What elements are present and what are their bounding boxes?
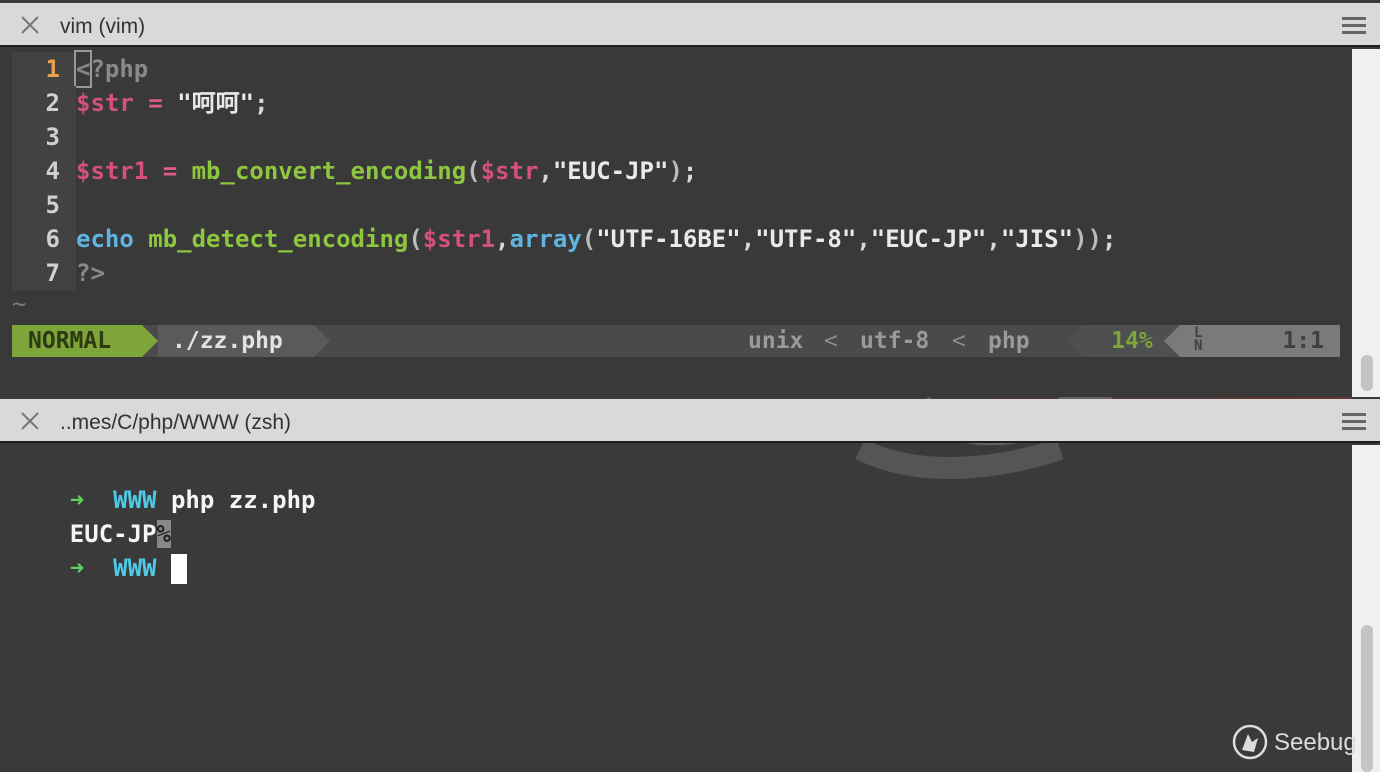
code-token: $str: [76, 89, 134, 117]
terminal-line: EUC-JP%: [12, 483, 171, 548]
line-number: 6: [12, 222, 76, 256]
filetype: php: [988, 328, 1030, 354]
code-token: ;: [1101, 225, 1117, 253]
scrollbar-thumb[interactable]: [1361, 625, 1373, 772]
code-token: mb_detect_encoding: [148, 225, 409, 253]
zsh-tab-header[interactable]: ..mes/C/php/WWW (zsh): [0, 399, 1380, 443]
code-token: $str: [480, 157, 539, 185]
code-token: $str1: [422, 225, 496, 253]
scrollbar-terminal[interactable]: [1352, 445, 1380, 772]
code-text: ?>: [76, 256, 105, 290]
code-token: ,: [740, 225, 756, 253]
vim-tab-header[interactable]: vim (vim): [0, 3, 1380, 47]
code-token: "EUC-JP": [870, 225, 987, 253]
code-line[interactable]: 4 $str1 = mb_convert_encoding($str,"EUC-J…: [12, 154, 1340, 188]
prompt-dir: WWW: [113, 554, 157, 582]
separator: <: [824, 328, 838, 354]
seebug-logo-icon: [1232, 724, 1268, 760]
code-line[interactable]: 7 ?>: [12, 256, 1340, 290]
line-number: 1: [12, 52, 76, 86]
vim-statusline: NORMAL ./zz.php unix < utf-8 < php 14% L…: [12, 325, 1340, 357]
line-number-icon: LN: [1194, 325, 1203, 354]
code-line[interactable]: 6 echo mb_detect_encoding($str1,array("UT…: [12, 222, 1340, 256]
file-name: ./zz.php: [158, 325, 314, 357]
code-token: ?php: [90, 55, 149, 83]
code-token: echo: [76, 225, 134, 253]
code-text: $str1 = mb_convert_encoding($str,"EUC-JP…: [76, 154, 697, 188]
code-token: "UTF-16BE": [596, 225, 741, 253]
code-token: array: [509, 225, 582, 253]
code-line[interactable]: 3: [12, 120, 1340, 154]
code-line[interactable]: 1 <?php: [12, 50, 1340, 88]
watermark-text: Seebug: [1274, 729, 1357, 756]
fileformat: unix: [748, 328, 804, 354]
separator: <: [952, 328, 966, 354]
terminal-cursor: [170, 554, 187, 584]
close-icon[interactable]: [18, 13, 42, 37]
code-token: ;: [254, 89, 269, 117]
scrollbar-vim[interactable]: [1352, 49, 1380, 397]
code-token: "呵呵": [177, 89, 255, 117]
code-text: echo mb_detect_encoding($str1,array("UTF…: [76, 222, 1116, 256]
terminal-line[interactable]: ➜ WWW: [12, 517, 187, 584]
code-token: =: [148, 157, 192, 185]
code-token: $str1: [76, 157, 149, 185]
code-token: ;: [682, 157, 698, 185]
code-token: ?>: [76, 259, 105, 287]
code-token: (: [408, 225, 423, 253]
encoding: utf-8: [860, 328, 930, 354]
code-token: ,: [538, 157, 553, 185]
code-token: (: [466, 157, 481, 185]
hamburger-menu-icon[interactable]: [1342, 17, 1366, 35]
line-number: 7: [12, 256, 76, 290]
position-value: 1:1: [1282, 328, 1324, 354]
cursor-position: LN 1:1: [1180, 325, 1340, 357]
close-icon[interactable]: [18, 409, 42, 433]
line-number: 3: [12, 120, 76, 154]
line-number: 2: [12, 86, 76, 120]
hamburger-menu-icon[interactable]: [1342, 413, 1366, 431]
code-token: "UTF-8": [755, 225, 857, 253]
code-token: ,: [856, 225, 871, 253]
code-line[interactable]: 5: [12, 188, 1340, 222]
command: php zz.php: [170, 486, 316, 514]
code-token: ,: [495, 225, 510, 253]
code-token: "EUC-JP": [552, 157, 669, 185]
line-number: 4: [12, 154, 76, 188]
empty-line-tilde: ~: [12, 290, 27, 318]
code-text: <?php: [73, 50, 149, 88]
line-number: 5: [12, 188, 76, 222]
code-token: "JIS": [1000, 225, 1074, 253]
code-line[interactable]: 2 $str = "呵呵";: [12, 86, 1340, 120]
code-token: ,: [986, 225, 1001, 253]
code-token: (: [581, 225, 597, 253]
terminal-line: ➜ WWW php zz.php: [12, 449, 316, 514]
code-token: )): [1073, 225, 1102, 253]
prompt-arrow-icon: ➜: [69, 554, 85, 582]
code-token: mb_convert_encoding: [191, 157, 467, 185]
editor-cursor: <: [73, 50, 93, 88]
code-text: $str = "呵呵";: [76, 86, 269, 120]
mode-indicator: NORMAL: [12, 325, 142, 357]
tab-title: vim (vim): [60, 15, 146, 38]
tab-title: ..mes/C/php/WWW (zsh): [60, 411, 292, 434]
code-token: ): [668, 157, 683, 185]
code-token: =: [133, 89, 178, 117]
scrollbar-thumb[interactable]: [1361, 355, 1373, 391]
